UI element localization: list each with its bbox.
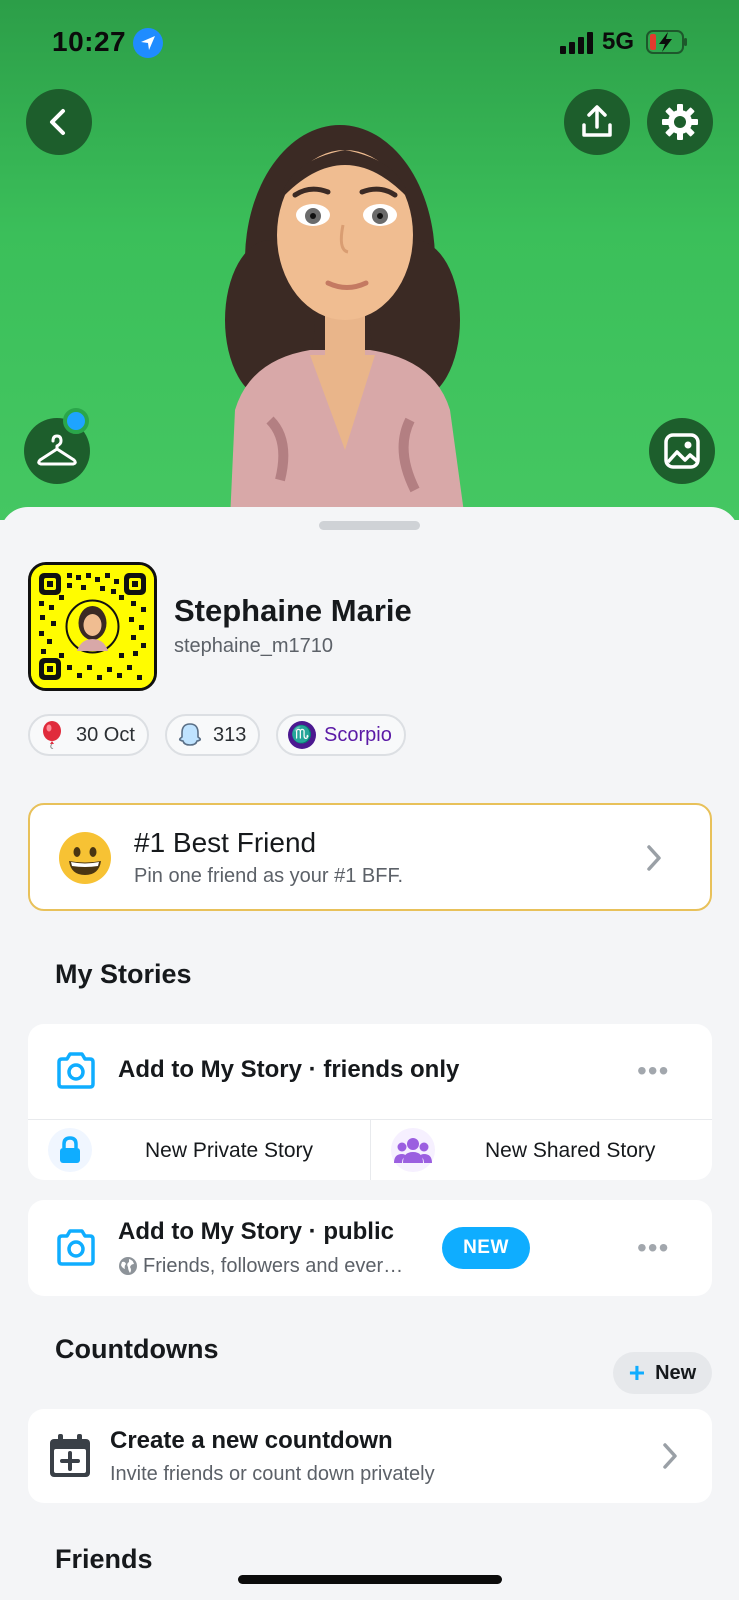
new-private-story-button[interactable]: New Private Story: [28, 1120, 370, 1180]
lock-icon: [48, 1128, 92, 1172]
new-shared-story-button[interactable]: New Shared Story: [371, 1120, 712, 1180]
status-bar: 10:27 5G: [0, 22, 739, 62]
scorpio-icon: ♏: [288, 721, 316, 749]
status-time: 10:27: [52, 26, 127, 57]
back-button[interactable]: [26, 89, 92, 155]
best-friend-title: #1 Best Friend: [134, 827, 317, 858]
grinning-emoji-icon: [59, 832, 111, 884]
new-shared-story-label: New Shared Story: [485, 1139, 656, 1162]
new-countdown-button[interactable]: + New: [613, 1352, 712, 1394]
more-options-icon[interactable]: •••: [637, 1057, 669, 1085]
more-options-icon[interactable]: •••: [637, 1234, 669, 1262]
my-stories-heading: My Stories: [55, 959, 192, 989]
chevron-right-icon: [663, 1443, 677, 1469]
hanger-icon: [37, 434, 77, 466]
calendar-add-icon: [50, 1434, 90, 1477]
add-story-friends-label: Add to My Story · friends only: [118, 1056, 460, 1083]
battery-charging-icon: [646, 30, 687, 54]
group-icon: [391, 1128, 435, 1172]
plus-icon: +: [628, 1357, 646, 1388]
camera-icon: [57, 1052, 95, 1089]
camera-icon: [57, 1229, 95, 1266]
location-arrow-icon: [133, 28, 163, 58]
notification-dot: [63, 408, 89, 434]
profile-hero: 10:27 5G: [0, 0, 739, 520]
share-button[interactable]: [564, 89, 630, 155]
new-badge: NEW: [442, 1227, 530, 1269]
sheet-grabber[interactable]: [319, 521, 420, 530]
username: stephaine_m1710: [174, 635, 334, 657]
new-private-story-label: New Private Story: [145, 1139, 314, 1162]
add-story-friends-row[interactable]: Add to My Story · friends only •••: [28, 1024, 712, 1119]
chevron-left-icon: [50, 109, 65, 135]
gear-icon: [662, 104, 698, 140]
zodiac-chip[interactable]: ♏ Scorpio: [276, 714, 406, 756]
network-type: 5G: [602, 28, 635, 55]
add-story-public-card[interactable]: Add to My Story · public Friends, follow…: [28, 1200, 712, 1296]
create-countdown-subtitle: Invite friends or count down privately: [110, 1463, 435, 1485]
best-friend-card[interactable]: #1 Best Friend Pin one friend as your #1…: [28, 803, 712, 911]
snapcode[interactable]: [28, 562, 157, 691]
new-countdown-label: New: [655, 1361, 697, 1384]
create-countdown-title: Create a new countdown: [110, 1427, 393, 1454]
home-indicator[interactable]: [238, 1575, 502, 1584]
add-story-public-subtitle: Friends, followers and ever…: [143, 1255, 404, 1277]
globe-icon: [119, 1257, 137, 1275]
zodiac-label: Scorpio: [324, 723, 392, 746]
signal-bars-icon: [560, 32, 593, 54]
my-stories-card: Add to My Story · friends only ••• New P…: [28, 1024, 712, 1180]
best-friend-subtitle: Pin one friend as your #1 BFF.: [134, 865, 404, 887]
settings-button[interactable]: [647, 89, 713, 155]
bitmoji-avatar: [225, 125, 465, 520]
display-name: Stephaine Marie: [174, 593, 412, 628]
share-upload-icon: [582, 105, 612, 137]
snapscore-chip[interactable]: 313: [165, 714, 261, 756]
create-countdown-card[interactable]: Create a new countdown Invite friends or…: [28, 1409, 712, 1503]
balloon-icon: [40, 721, 66, 749]
chevron-right-icon: [647, 845, 661, 871]
ghost-icon: [177, 722, 203, 748]
image-icon: [664, 433, 700, 469]
birthday-chip[interactable]: 30 Oct: [28, 714, 149, 756]
selfie-button[interactable]: [649, 418, 715, 484]
add-story-public-label: Add to My Story · public: [118, 1218, 394, 1245]
snapcode-qr: [31, 565, 154, 688]
countdowns-heading: Countdowns: [55, 1334, 219, 1364]
birthday-label: 30 Oct: [76, 723, 135, 746]
snapscore-label: 313: [213, 723, 247, 746]
friends-heading: Friends: [55, 1544, 153, 1574]
